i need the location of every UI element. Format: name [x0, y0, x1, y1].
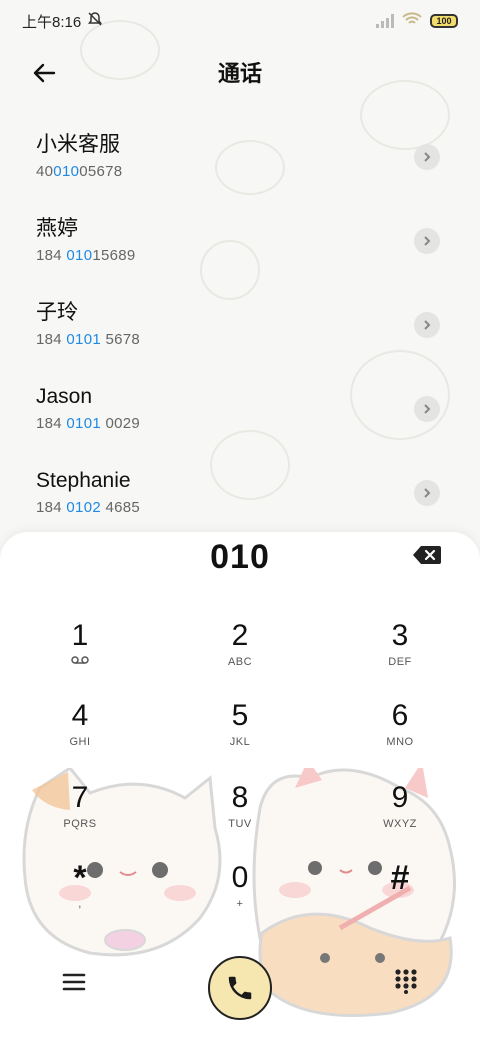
- key-1[interactable]: 1: [20, 618, 140, 690]
- chevron-right-icon: [424, 152, 431, 162]
- key-8[interactable]: 8 TUV: [180, 780, 300, 852]
- menu-button[interactable]: [60, 970, 88, 994]
- contact-detail-button[interactable]: [414, 144, 440, 170]
- list-item[interactable]: 子玲 184 0101 5678: [0, 290, 480, 374]
- key-hash[interactable]: #: [340, 860, 460, 932]
- menu-icon: [62, 973, 86, 991]
- call-button[interactable]: [208, 956, 272, 1020]
- key-star[interactable]: * ,: [20, 860, 140, 932]
- battery-indicator: 100: [430, 14, 458, 28]
- phone-icon: [228, 976, 252, 1000]
- contact-number: 184 0102 4685: [36, 499, 141, 516]
- key-2[interactable]: 2 ABC: [180, 618, 300, 690]
- key-6[interactable]: 6 MNO: [340, 698, 460, 770]
- contact-number: 184 0101 0029: [36, 415, 141, 432]
- list-item[interactable]: 燕婷 184 01015689: [0, 206, 480, 290]
- chevron-right-icon: [424, 488, 431, 498]
- signal-icon: [376, 14, 394, 28]
- back-button[interactable]: [28, 56, 62, 90]
- mute-icon: [87, 11, 103, 31]
- dialpad-icon: [395, 969, 417, 994]
- voicemail-icon: [20, 654, 140, 670]
- contact-detail-button[interactable]: [414, 228, 440, 254]
- key-0[interactable]: 0 +: [180, 860, 300, 932]
- key-3[interactable]: 3 DEF: [340, 618, 460, 690]
- contact-detail-button[interactable]: [414, 396, 440, 422]
- list-item[interactable]: 小米客服 4001005678: [0, 122, 480, 206]
- keypad-toggle-button[interactable]: [394, 968, 418, 994]
- list-item[interactable]: Stephanie 184 0102 4685: [0, 458, 480, 542]
- contact-number: 184 0101 5678: [36, 331, 141, 348]
- wifi-icon: [402, 12, 422, 30]
- contact-detail-button[interactable]: [414, 312, 440, 338]
- dial-input-display[interactable]: 010: [0, 538, 480, 577]
- contact-number: 184 01015689: [36, 247, 136, 264]
- backspace-button[interactable]: [412, 544, 442, 566]
- key-7[interactable]: 7 PQRS: [20, 780, 140, 852]
- list-item[interactable]: Jason 184 0101 0029: [0, 374, 480, 458]
- contact-number: 4001005678: [36, 163, 123, 180]
- chevron-right-icon: [424, 236, 431, 246]
- arrow-left-icon: [33, 63, 56, 83]
- header: 通话: [0, 44, 480, 100]
- contact-list: 小米客服 4001005678 燕婷 184 01015689 子玲 184 0…: [0, 122, 480, 542]
- page-title: 通话: [217, 61, 262, 86]
- dialpad-panel: 010 1 2 ABC 3 DEF 4 GHI 5 JKL 6 MNO 7 PQ…: [0, 532, 480, 1040]
- contact-detail-button[interactable]: [414, 480, 440, 506]
- key-4[interactable]: 4 GHI: [20, 698, 140, 770]
- dialpad-bottom-bar: [0, 956, 480, 1026]
- backspace-icon: [413, 546, 441, 564]
- chevron-right-icon: [424, 404, 431, 414]
- key-5[interactable]: 5 JKL: [180, 698, 300, 770]
- status-time: 上午8:16: [22, 13, 82, 31]
- status-bar: 上午8:16 100: [0, 0, 480, 42]
- chevron-right-icon: [424, 320, 431, 330]
- key-9[interactable]: 9 WXYZ: [340, 780, 460, 852]
